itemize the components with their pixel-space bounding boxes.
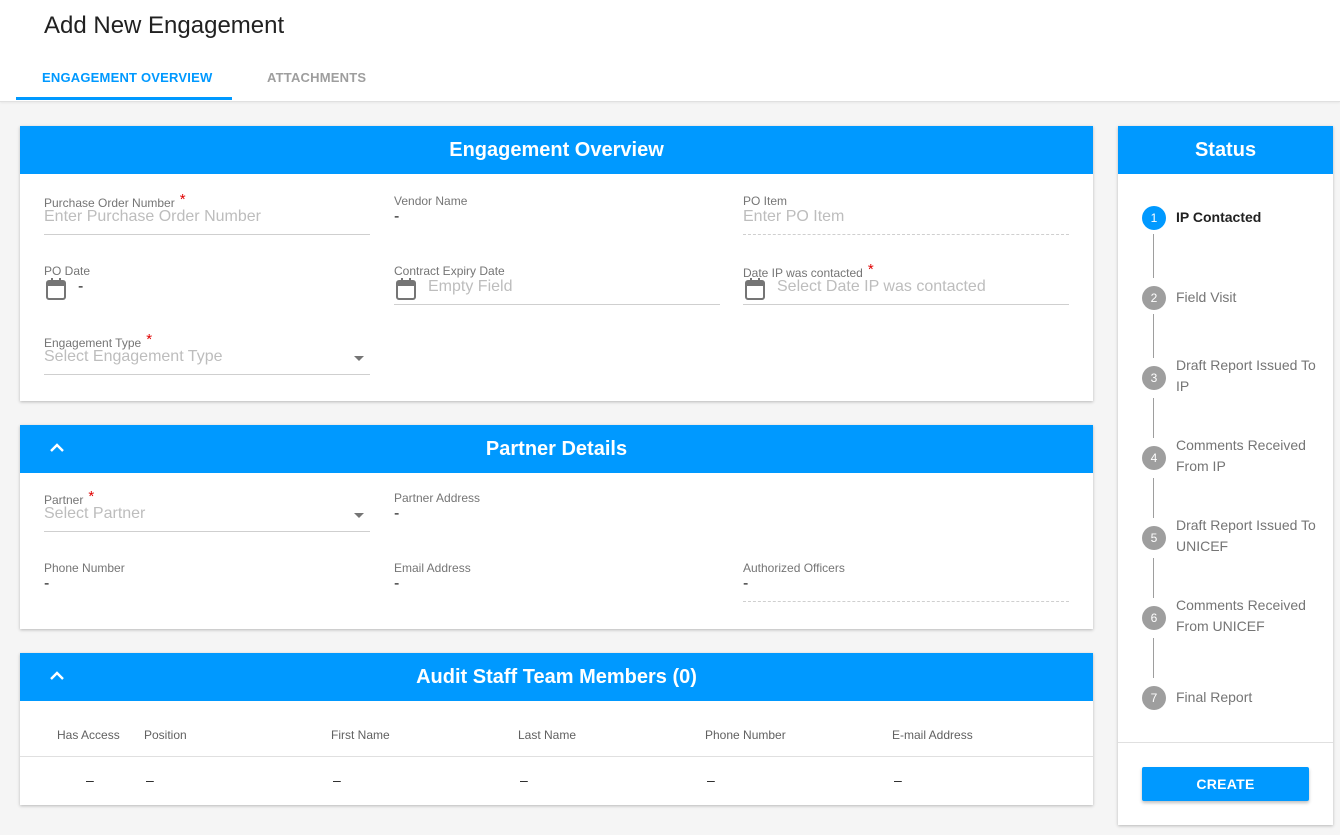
field-underline [743, 601, 1069, 602]
partner-address-label: Partner Address [394, 491, 481, 505]
required-marker: * [179, 191, 186, 208]
top-bar: Add New Engagement ENGAGEMENT OVERVIEW A… [0, 0, 1340, 102]
step-6-label: Comments Received From UNICEF [1176, 597, 1306, 634]
required-marker: * [88, 488, 95, 505]
field-underline [44, 531, 370, 532]
po-date-value: - [78, 278, 84, 295]
step-5-circle: 5 [1142, 526, 1166, 550]
table-cell-last-name: – [520, 772, 528, 788]
phone-number-value: - [44, 575, 50, 592]
step-2-label: Field Visit [1176, 289, 1237, 305]
step-7-label: Final Report [1176, 689, 1253, 705]
date-ip-contacted-input[interactable]: Select Date IP was contacted [777, 278, 986, 296]
chevron-up-icon[interactable] [48, 439, 66, 457]
tab-engagement-overview[interactable]: ENGAGEMENT OVERVIEW [42, 70, 212, 85]
engagement-overview-header: Engagement Overview [20, 126, 1093, 174]
engagement-overview-card: Engagement Overview Purchase Order Numbe… [20, 126, 1093, 401]
step-4-label: Comments Received From IP [1176, 437, 1306, 474]
field-underline [394, 304, 720, 305]
column-header-email-address: E-mail Address [892, 728, 973, 742]
partner-address-field: Partner Address - [394, 491, 720, 533]
partner-select[interactable]: Select Partner [44, 505, 145, 523]
step-3-label: Draft Report Issued To IP [1176, 357, 1316, 394]
step-1-label: IP Contacted [1176, 209, 1262, 225]
audit-staff-header: Audit Staff Team Members (0) [20, 653, 1093, 701]
page-title: Add New Engagement [44, 12, 285, 39]
authorized-officers-field[interactable]: Authorized Officers - [743, 561, 1069, 603]
contract-expiry-date-field[interactable]: Contract Expiry Date Empty Field [394, 264, 720, 306]
vendor-name-value: - [394, 208, 400, 225]
partner-field[interactable]: Partner * Select Partner [44, 488, 370, 533]
table-cell-phone-number: – [707, 772, 715, 788]
calendar-icon[interactable] [745, 278, 765, 300]
contract-expiry-date-label: Contract Expiry Date [394, 264, 505, 278]
active-tab-indicator [16, 97, 232, 100]
po-item-label: PO Item [743, 194, 788, 208]
step-5-label: Draft Report Issued To UNICEF [1176, 517, 1316, 554]
step-1-circle: 1 [1142, 206, 1166, 230]
status-header: Status [1118, 126, 1333, 174]
step-3-circle: 3 [1142, 366, 1166, 390]
table-cell-email-address: – [894, 772, 902, 788]
required-marker: * [146, 331, 153, 348]
field-underline [743, 234, 1069, 235]
column-header-has-access: Has Access [57, 728, 120, 742]
table-cell-first-name: – [333, 772, 341, 788]
engagement-type-field[interactable]: Engagement Type * Select Engagement Type [44, 331, 370, 376]
field-underline [743, 304, 1069, 305]
po-date-label: PO Date [44, 264, 91, 278]
step-connector [1153, 638, 1154, 678]
step-2-circle: 2 [1142, 286, 1166, 310]
calendar-icon [46, 278, 66, 300]
authorized-officers-label: Authorized Officers [743, 561, 845, 575]
partner-address-value: - [394, 505, 400, 522]
po-item-input[interactable]: Enter PO Item [743, 208, 844, 226]
contract-expiry-date-input[interactable]: Empty Field [428, 278, 512, 296]
column-header-phone-number: Phone Number [705, 728, 786, 742]
vendor-name-label: Vendor Name [394, 194, 468, 208]
date-ip-contacted-field[interactable]: Date IP was contacted * Select Date IP wa… [743, 261, 1069, 306]
step-7-circle: 7 [1142, 686, 1166, 710]
engagement-type-select[interactable]: Select Engagement Type [44, 348, 223, 366]
table-cell-position: – [146, 772, 154, 788]
partner-details-header: Partner Details [20, 425, 1093, 473]
step-connector [1153, 478, 1154, 518]
field-underline [44, 374, 370, 375]
step-connector [1153, 558, 1154, 598]
phone-number-field: Phone Number - [44, 561, 370, 603]
step-connector [1153, 234, 1154, 278]
email-address-field: Email Address - [394, 561, 720, 603]
chevron-up-icon[interactable] [48, 667, 66, 685]
partner-details-card: Partner Details Partner * Select Partner … [20, 425, 1093, 629]
po-date-field: PO Date - [44, 264, 370, 306]
purchase-order-number-field[interactable]: Purchase Order Number * Enter Purchase Or… [44, 191, 370, 236]
column-header-last-name: Last Name [518, 728, 577, 742]
email-address-value: - [394, 575, 400, 592]
phone-number-label: Phone Number [44, 561, 125, 575]
column-header-first-name: First Name [331, 728, 390, 742]
calendar-icon[interactable] [396, 278, 416, 300]
step-6-circle: 6 [1142, 606, 1166, 630]
dropdown-caret-icon[interactable] [354, 513, 364, 518]
table-divider [20, 756, 1093, 757]
purchase-order-number-input[interactable]: Enter Purchase Order Number [44, 208, 261, 226]
vendor-name-field: Vendor Name - [394, 194, 720, 236]
email-address-label: Email Address [394, 561, 471, 575]
create-button[interactable]: CREATE [1142, 767, 1309, 801]
tab-attachments[interactable]: ATTACHMENTS [267, 70, 366, 85]
step-4-circle: 4 [1142, 446, 1166, 470]
step-connector [1153, 314, 1154, 358]
status-card: Status 1 IP Contacted 2 Field Visit 3 Dr… [1118, 126, 1333, 825]
po-item-field[interactable]: PO Item Enter PO Item [743, 194, 1069, 236]
required-marker: * [867, 261, 874, 278]
authorized-officers-value[interactable]: - [743, 575, 748, 593]
dropdown-caret-icon[interactable] [354, 356, 364, 361]
table-cell-has-access: – [86, 772, 94, 788]
field-underline [44, 234, 370, 235]
status-divider [1118, 742, 1333, 743]
step-connector [1153, 398, 1154, 438]
column-header-position: Position [144, 728, 187, 742]
